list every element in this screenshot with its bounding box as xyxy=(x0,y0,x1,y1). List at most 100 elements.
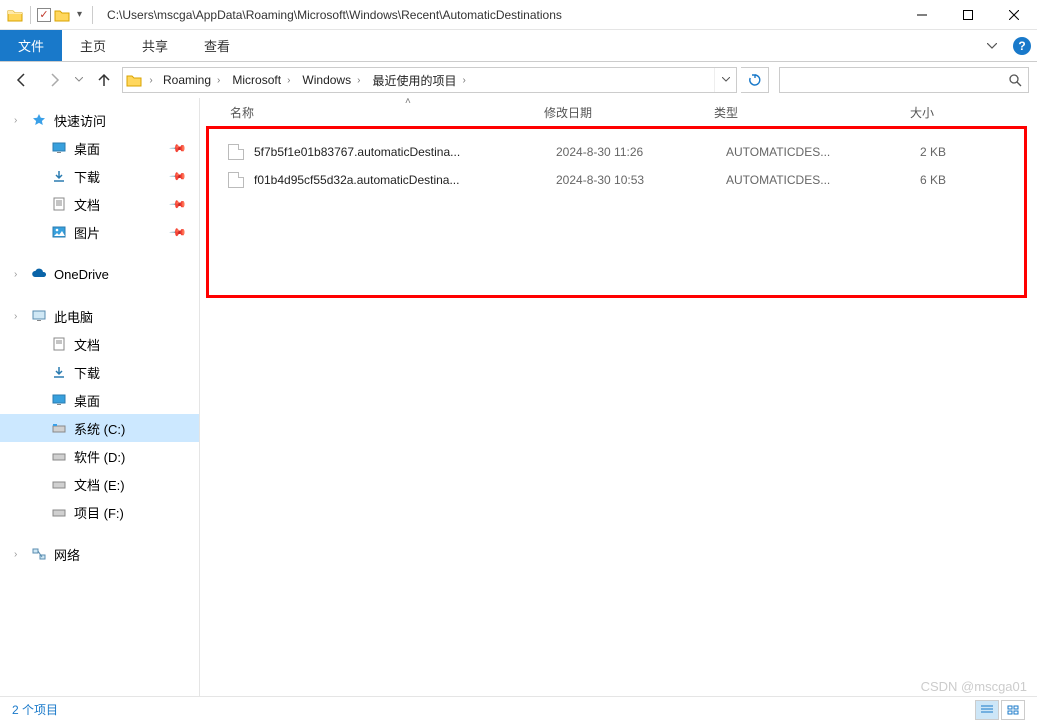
chevron-right-icon[interactable]: › xyxy=(14,549,17,560)
minimize-button[interactable] xyxy=(899,0,945,30)
qat-dropdown-icon[interactable]: ▾ xyxy=(73,9,86,20)
nav-back-button[interactable] xyxy=(8,66,36,94)
sidebar-item-label: 桌面 xyxy=(74,139,100,158)
sidebar-documents[interactable]: 文档 📌 xyxy=(0,190,199,218)
sidebar-item-label: 桌面 xyxy=(74,391,100,410)
close-button[interactable] xyxy=(991,0,1037,30)
file-icon xyxy=(228,172,244,188)
file-row[interactable]: 5f7b5f1e01b83767.automaticDestina... 202… xyxy=(200,138,1037,166)
address-root-chevron[interactable]: › xyxy=(145,75,157,86)
file-date: 2024-8-30 10:53 xyxy=(556,173,726,187)
sidebar-onedrive[interactable]: › OneDrive xyxy=(0,260,199,288)
sidebar-item-label: 项目 (F:) xyxy=(74,503,124,522)
column-header-date[interactable]: 修改日期 xyxy=(544,104,714,121)
file-name: f01b4d95cf55d32a.automaticDestina... xyxy=(254,173,556,187)
sidebar-drive-d[interactable]: 软件 (D:) xyxy=(0,442,199,470)
sidebar-drive-e[interactable]: 文档 (E:) xyxy=(0,470,199,498)
file-icon xyxy=(228,144,244,160)
help-button[interactable]: ? xyxy=(1007,30,1037,61)
sidebar-drive-c[interactable]: 系统 (C:) xyxy=(0,414,199,442)
column-header-name[interactable]: 名称 xyxy=(214,104,544,121)
sidebar-desktop[interactable]: 桌面 📌 xyxy=(0,134,199,162)
ribbon-collapse-icon[interactable] xyxy=(977,30,1007,61)
qat-newfolder-icon[interactable] xyxy=(53,6,71,24)
sidebar-item-label: 下载 xyxy=(74,363,100,382)
picture-icon xyxy=(50,226,68,238)
computer-icon xyxy=(30,310,48,322)
ribbon-tab-view[interactable]: 查看 xyxy=(186,30,248,61)
star-icon xyxy=(30,113,48,127)
nav-forward-button[interactable] xyxy=(40,66,68,94)
ribbon-tab-share[interactable]: 共享 xyxy=(124,30,186,61)
sidebar-pictures[interactable]: 图片 📌 xyxy=(0,218,199,246)
file-type: AUTOMATICDES... xyxy=(726,173,876,187)
sidebar-thispc[interactable]: › 此电脑 xyxy=(0,302,199,330)
sidebar-network[interactable]: › 网络 xyxy=(0,540,199,568)
breadcrumb-roaming[interactable]: Roaming› xyxy=(157,68,226,92)
breadcrumb-windows[interactable]: Windows› xyxy=(296,68,366,92)
desktop-icon xyxy=(50,394,68,406)
ribbon-file-tab[interactable]: 文件 xyxy=(0,30,62,61)
file-size: 6 KB xyxy=(876,173,956,187)
sidebar-pc-desktop[interactable]: 桌面 xyxy=(0,386,199,414)
file-size: 2 KB xyxy=(876,145,956,159)
column-header-size[interactable]: 大小 xyxy=(864,104,944,121)
sidebar-downloads[interactable]: 下载 📌 xyxy=(0,162,199,190)
sidebar-quick-access[interactable]: › 快速访问 xyxy=(0,106,199,134)
search-icon[interactable] xyxy=(1002,73,1028,87)
sidebar-pc-documents[interactable]: 文档 xyxy=(0,330,199,358)
sidebar-item-label: 图片 xyxy=(74,223,100,242)
qat-divider xyxy=(30,6,31,24)
search-box[interactable] xyxy=(779,67,1029,93)
pin-icon: 📌 xyxy=(169,167,188,186)
sidebar-drive-f[interactable]: 项目 (F:) xyxy=(0,498,199,526)
pin-icon: 📌 xyxy=(169,223,188,242)
file-list-pane[interactable]: ˄ 名称 修改日期 类型 大小 5f7b5f1e01b83767.automat… xyxy=(200,98,1037,696)
drive-icon xyxy=(50,479,68,489)
document-icon xyxy=(50,197,68,211)
sort-indicator-icon: ˄ xyxy=(405,96,411,107)
view-icons-button[interactable] xyxy=(1001,700,1025,720)
drive-icon xyxy=(50,423,68,433)
document-icon xyxy=(50,337,68,351)
sidebar-item-label: 文档 (E:) xyxy=(74,475,125,494)
qat-properties-icon[interactable]: ✓ xyxy=(37,8,51,22)
drive-icon xyxy=(50,507,68,517)
sidebar-item-label: 下载 xyxy=(74,167,100,186)
pin-icon: 📌 xyxy=(169,139,188,158)
nav-up-button[interactable] xyxy=(90,66,118,94)
sidebar-pc-downloads[interactable]: 下载 xyxy=(0,358,199,386)
ribbon-tab-home[interactable]: 主页 xyxy=(62,30,124,61)
sidebar-item-label: 文档 xyxy=(74,195,100,214)
sidebar-item-label: 软件 (D:) xyxy=(74,447,125,466)
file-row[interactable]: f01b4d95cf55d32a.automaticDestina... 202… xyxy=(200,166,1037,194)
network-icon xyxy=(30,548,48,560)
pin-icon: 📌 xyxy=(169,195,188,214)
maximize-button[interactable] xyxy=(945,0,991,30)
window-title: C:\Users\mscga\AppData\Roaming\Microsoft… xyxy=(103,8,899,22)
search-input[interactable] xyxy=(780,73,1002,87)
nav-history-dropdown[interactable] xyxy=(72,66,86,94)
desktop-icon xyxy=(50,142,68,154)
breadcrumb-recent[interactable]: 最近使用的项目› xyxy=(366,68,471,92)
qat-divider2 xyxy=(92,6,93,24)
sidebar-onedrive-label: OneDrive xyxy=(54,267,109,282)
drive-icon xyxy=(50,451,68,461)
breadcrumb-microsoft[interactable]: Microsoft› xyxy=(226,68,296,92)
chevron-right-icon[interactable]: › xyxy=(14,115,17,126)
refresh-button[interactable] xyxy=(741,67,769,93)
status-item-count: 2 个项目 xyxy=(12,701,58,718)
address-dropdown-icon[interactable] xyxy=(714,68,736,92)
sidebar-quick-label: 快速访问 xyxy=(54,111,106,130)
address-folder-icon xyxy=(123,73,145,87)
file-name: 5f7b5f1e01b83767.automaticDestina... xyxy=(254,145,556,159)
cloud-icon xyxy=(30,268,48,280)
view-details-button[interactable] xyxy=(975,700,999,720)
file-type: AUTOMATICDES... xyxy=(726,145,876,159)
navigation-pane[interactable]: › 快速访问 桌面 📌 下载 📌 文档 📌 图片 📌 › xyxy=(0,98,200,696)
column-header-type[interactable]: 类型 xyxy=(714,104,864,121)
address-bar[interactable]: › Roaming› Microsoft› Windows› 最近使用的项目› xyxy=(122,67,737,93)
chevron-right-icon[interactable]: › xyxy=(14,311,17,322)
download-icon xyxy=(50,365,68,379)
chevron-right-icon[interactable]: › xyxy=(14,269,17,280)
